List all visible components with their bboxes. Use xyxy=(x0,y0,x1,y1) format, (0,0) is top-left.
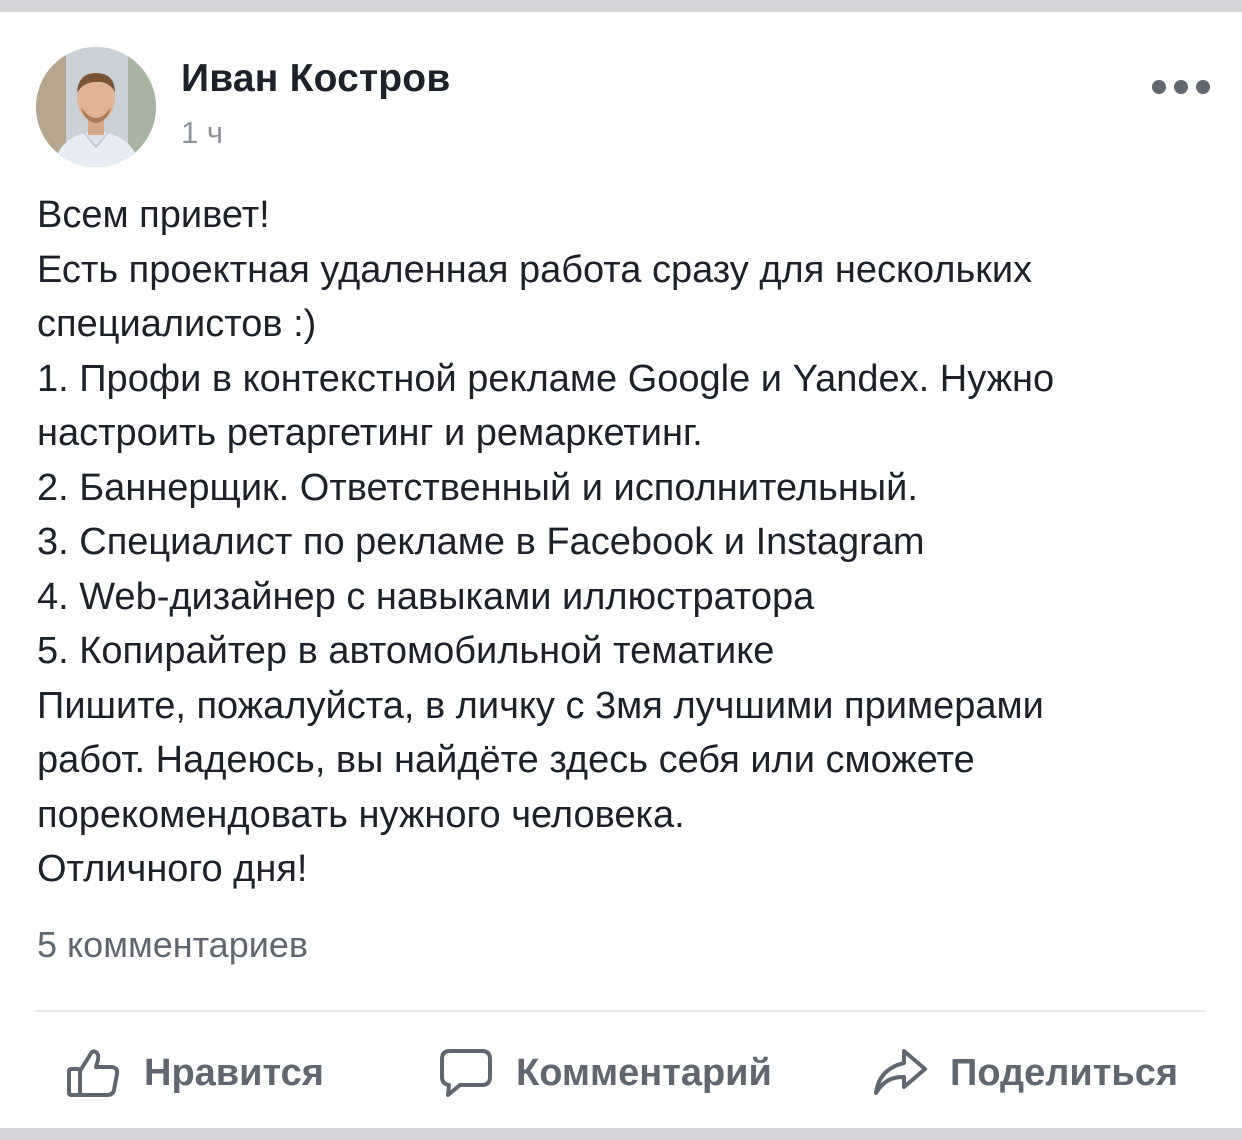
like-label: Нравится xyxy=(144,1051,324,1094)
more-options-button[interactable] xyxy=(1150,70,1212,104)
post-text-line: 3. Специалист по рекламе в Facebook и In… xyxy=(37,521,925,563)
post-text-line: Пишите, пожалуйста, в личку с 3мя лучшим… xyxy=(37,684,1044,727)
share-button[interactable]: Поделиться xyxy=(872,1038,1178,1108)
post-text: Всем привет! Есть проектная удаленная ра… xyxy=(37,188,1217,897)
thumbs-up-icon xyxy=(66,1047,122,1099)
post-timestamp[interactable]: 1 ч xyxy=(181,115,223,151)
comment-button[interactable]: Комментарий xyxy=(438,1038,772,1108)
more-horizontal-icon xyxy=(1174,80,1188,94)
post-text-line: специалистов :) xyxy=(37,303,317,345)
share-arrow-icon xyxy=(872,1047,928,1099)
post-text-line: 1. Профи в контекстной рекламе Google и … xyxy=(37,357,1055,400)
post-text-line: Есть проектная удаленная работа сразу дл… xyxy=(37,248,1033,291)
comments-count-link[interactable]: 5 комментариев xyxy=(37,924,308,966)
author-avatar[interactable] xyxy=(36,47,156,167)
post-text-line: порекомендовать нужного человека. xyxy=(37,793,685,836)
top-separator xyxy=(0,0,1242,12)
post-text-line: 4. Web-дизайнер с навыками иллюстратора xyxy=(37,575,815,618)
post-text-line: 5. Копирайтер в автомобильной тематике xyxy=(37,630,775,672)
post-text-line: 2. Баннерщик. Ответственный и исполнител… xyxy=(37,466,918,509)
bottom-separator xyxy=(0,1128,1242,1140)
comment-label: Комментарий xyxy=(516,1051,772,1094)
post-text-line: Всем привет! xyxy=(37,194,270,236)
avatar-photo xyxy=(36,47,156,167)
post-text-line: работ. Надеюсь, вы найдёте здесь себя ил… xyxy=(37,739,975,781)
author-name[interactable]: Иван Костров xyxy=(181,57,451,101)
actions-divider xyxy=(36,1010,1206,1012)
more-horizontal-icon xyxy=(1152,80,1166,94)
post-text-line: Отличного дня! xyxy=(37,848,308,890)
more-horizontal-icon xyxy=(1196,80,1210,94)
comment-bubble-icon xyxy=(438,1047,494,1099)
share-label: Поделиться xyxy=(950,1051,1179,1094)
like-button[interactable]: Нравится xyxy=(66,1038,324,1108)
post-text-line: настроить ретаргетинг и ремаркетинг. xyxy=(37,412,703,454)
